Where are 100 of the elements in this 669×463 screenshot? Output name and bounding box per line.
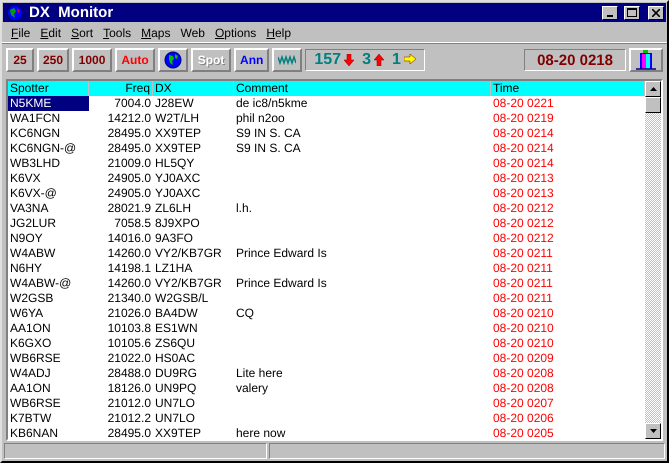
table-cell-text: here now	[235, 426, 286, 439]
column-header[interactable]: Freq	[89, 81, 153, 96]
table-cell-text: YJ0AXC	[154, 186, 202, 201]
scroll-thumb[interactable]	[645, 97, 661, 113]
table-cell-text: 28495.0	[106, 126, 152, 141]
table-cell-text: 08-20 0214	[492, 156, 555, 171]
table-cell-text: 08-20 0212	[492, 201, 555, 216]
table-cell[interactable]: KC6NGN	[8, 126, 89, 141]
menu-item[interactable]: Web	[175, 26, 210, 40]
table-cell-text: 08-20 0214	[492, 126, 555, 141]
table-cell-text: 28021.9	[106, 201, 152, 216]
table-cell[interactable]: W6YA	[8, 306, 89, 321]
table-cell-text: XX9TEP	[154, 426, 202, 439]
table-cell[interactable]: WB6RSE	[8, 396, 89, 411]
table-cell-text: 08-20 0210	[492, 336, 555, 351]
table-cell[interactable]: WB3LHD	[8, 156, 89, 171]
minimize-icon	[607, 14, 613, 16]
table-cell[interactable]: K7BTW	[8, 411, 89, 426]
maximize-icon	[627, 8, 637, 17]
maximize-button[interactable]	[624, 6, 640, 20]
table-cell[interactable]: K6VX-@	[8, 186, 89, 201]
table-cell-text: ES1WN	[154, 321, 199, 336]
table-cell-text: Prince Edward Is	[235, 246, 328, 261]
column-header[interactable]: Comment	[234, 81, 491, 96]
table-cell-text: 08-20 0206	[492, 411, 555, 426]
wave-button[interactable]	[272, 48, 302, 72]
table-cell-text: 28488.0	[106, 366, 152, 381]
menu-item[interactable]: Edit	[35, 26, 66, 40]
table-cell[interactable]: W4ABW	[8, 246, 89, 261]
table-cell[interactable]: KC6NGN-@	[8, 141, 89, 156]
menu-item[interactable]: Sort	[66, 26, 98, 40]
table-cell-text: 08-20 0213	[492, 186, 555, 201]
table-cell-text: 18126.0	[106, 381, 152, 396]
exit-button[interactable]	[629, 48, 663, 72]
table-cell-text: 08-20 0211	[492, 246, 554, 261]
table-cell[interactable]: JG2LUR	[8, 216, 89, 231]
table-cell[interactable]: WA1FCN	[8, 111, 89, 126]
toolbar-button[interactable]: 25	[6, 48, 34, 72]
spot-count: 1	[392, 51, 416, 69]
toolbar-button[interactable]: 1000	[72, 48, 112, 72]
table-cell-text: 08-20 0208	[492, 381, 555, 396]
globe-icon	[164, 51, 182, 69]
table-cell-text: S9 IN S. CA	[235, 126, 302, 141]
clock-display: 08-20 0218	[524, 49, 626, 71]
table-cell-text: 08-20 0211	[492, 291, 554, 306]
table-cell-text: BA4DW	[154, 306, 199, 321]
table-cell[interactable]: W4ABW-@	[8, 276, 89, 291]
menu-item[interactable]: File	[6, 26, 36, 40]
globe-button[interactable]	[158, 48, 188, 72]
table-cell-text: l.h.	[235, 201, 254, 216]
table-cell-text: 14260.0	[106, 276, 152, 291]
table-cell-text: YJ0AXC	[154, 171, 202, 186]
table-cell[interactable]: N9OY	[8, 231, 89, 246]
table-cell-text: 08-20 0212	[492, 216, 555, 231]
minimize-button[interactable]	[602, 6, 618, 20]
menu-item[interactable]: Tools	[98, 26, 136, 40]
table-cell-text: 7058.5	[113, 216, 152, 231]
table-cell-text: VY2/KB7GR	[154, 276, 223, 291]
table-cell-text: 08-20 0208	[492, 366, 555, 381]
table-cell-text: 08-20 0205	[492, 426, 555, 439]
table-cell[interactable]: N5KME	[8, 96, 89, 111]
table-cell-text: UN7LO	[154, 411, 196, 426]
table-cell-text: 9A3FO	[154, 231, 194, 246]
down-arrow-icon	[650, 429, 656, 433]
table-cell-text: 14212.0	[106, 111, 152, 126]
close-button[interactable]	[648, 6, 664, 20]
globe-icon	[7, 4, 23, 20]
table-cell-text: S9 IN S. CA	[235, 141, 302, 156]
column-header[interactable]: DX	[153, 81, 234, 96]
table-cell-text: Lite here	[235, 366, 284, 381]
scroll-up-button[interactable]	[645, 81, 661, 97]
table-cell[interactable]: AA1ON	[8, 321, 89, 336]
table-cell-text: 21012.2	[106, 411, 152, 426]
table-cell-text: 21022.0	[106, 351, 152, 366]
scrollbar[interactable]	[645, 81, 661, 439]
table-cell-text: 08-20 0207	[492, 396, 555, 411]
arrow-down-icon	[344, 54, 356, 66]
table-cell[interactable]: AA1ON	[8, 381, 89, 396]
table-cell[interactable]: VA3NA	[8, 201, 89, 216]
table-cell-text: 08-20 0210	[492, 321, 555, 336]
table-cell-text: 21340.0	[106, 291, 152, 306]
table-cell[interactable]: W4ADJ	[8, 366, 89, 381]
table-cell[interactable]: K6GXO	[8, 336, 89, 351]
table-cell[interactable]: K6VX	[8, 171, 89, 186]
table-cell-text: 14260.0	[106, 246, 152, 261]
menu-item[interactable]: Maps	[136, 26, 176, 40]
toolbar-button[interactable]: Ann	[234, 48, 270, 72]
table-cell[interactable]: W2GSB	[8, 291, 89, 306]
toolbar-button[interactable]: 250	[37, 48, 70, 72]
table-cell-text: CQ	[235, 306, 255, 321]
table-cell[interactable]: WB6RSE	[8, 351, 89, 366]
table-cell[interactable]: N6HY	[8, 261, 89, 276]
menu-item[interactable]: Help	[261, 26, 296, 40]
table-cell-text: Prince Edward Is	[235, 276, 328, 291]
table-cell-text: LZ1HA	[154, 261, 194, 276]
menu-item[interactable]: Options	[210, 26, 262, 40]
table-cell-text: HS0AC	[154, 351, 196, 366]
spot-count: 3	[362, 51, 386, 69]
table-cell[interactable]: KB6NAN	[8, 426, 89, 439]
scroll-down-button[interactable]	[645, 423, 661, 439]
